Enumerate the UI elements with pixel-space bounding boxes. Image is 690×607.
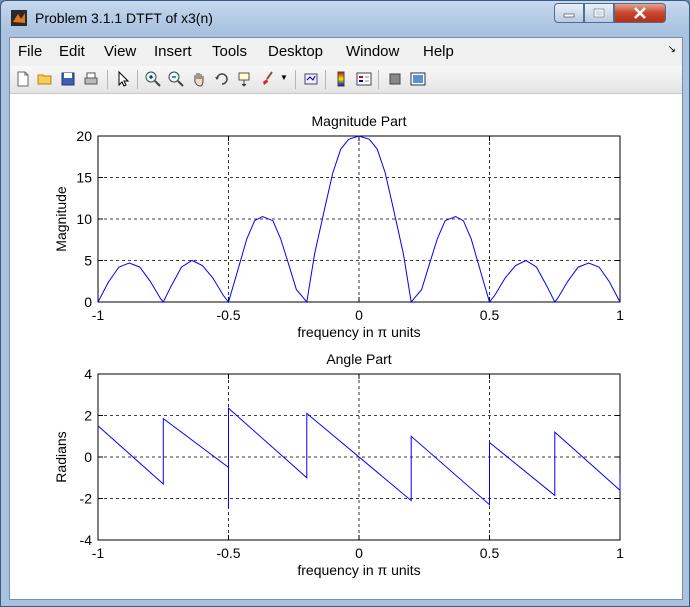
y-axis-label: Radians [53, 431, 69, 482]
title-bar[interactable]: Problem 3.1.1 DTFT of x3(n) [1, 1, 689, 35]
x-tick-label: -0.5 [216, 307, 240, 323]
open-folder-icon[interactable] [36, 70, 54, 88]
brush-dropdown-arrow-icon[interactable]: ▼ [280, 73, 288, 82]
axes-title: Magnitude Part [312, 113, 407, 129]
y-tick-label: 20 [76, 128, 92, 144]
show-plot-tools-icon[interactable] [409, 70, 427, 88]
x-tick-label: 0.5 [480, 307, 500, 323]
figure-window: Problem 3.1.1 DTFT of x3(n) File Edit Vi… [0, 0, 690, 607]
toolbar-separator [107, 70, 108, 89]
figure-toolbar: ▼ [10, 66, 682, 94]
y-tick-label: 0 [84, 449, 92, 465]
y-tick-label: 2 [84, 408, 92, 424]
new-file-icon[interactable] [14, 70, 32, 88]
axes-2: -1 -0.5 0 0.5 1 -4 -2 0 2 4 Angle Part frequency in… [53, 351, 624, 578]
menu-view[interactable]: View [104, 43, 136, 60]
legend-icon[interactable] [355, 70, 373, 88]
x-tick-label: -1 [92, 545, 105, 561]
axes-1: -1 -0.5 0 0.5 105101520Magnitude Partfrequen… [53, 113, 624, 340]
hide-plot-tools-icon[interactable] [386, 70, 404, 88]
toolbar-separator [325, 70, 326, 89]
y-tick-label: -4 [80, 532, 93, 548]
x-axis-label: frequency in π units [297, 562, 420, 578]
x-axis-label: frequency in π units [297, 324, 420, 340]
colorbar-icon[interactable] [332, 70, 350, 88]
zoom-in-icon[interactable] [144, 70, 162, 88]
x-tick-label: 0 [355, 545, 363, 561]
x-tick-label: 0.5 [480, 545, 500, 561]
window-title: Problem 3.1.1 DTFT of x3(n) [35, 10, 213, 26]
menu-tools[interactable]: Tools [212, 43, 247, 60]
minimize-icon [563, 13, 575, 18]
pan-icon[interactable] [190, 70, 208, 88]
menu-edit[interactable]: Edit [59, 43, 85, 60]
data-cursor-icon[interactable] [236, 70, 254, 88]
y-tick-label: 5 [84, 253, 92, 269]
y-tick-label: 10 [76, 211, 92, 227]
save-icon[interactable] [59, 70, 77, 88]
toolbar-separator [295, 70, 296, 89]
maximize-icon [593, 8, 605, 18]
toolbar-separator [378, 70, 379, 89]
maximize-button[interactable] [584, 3, 614, 23]
figure-canvas: -1 -0.5 0 0.5 1 0 5 10 15 20 Magnitude Part frequen… [10, 94, 682, 599]
brush-icon[interactable] [259, 70, 277, 88]
print-icon[interactable] [82, 70, 100, 88]
zoom-out-icon[interactable] [167, 70, 185, 88]
link-plot-icon[interactable] [302, 70, 320, 88]
axes-title: Angle Part [326, 351, 391, 367]
menu-help[interactable]: Help [423, 43, 454, 60]
plot-svg: -1 -0.5 0 0.5 105101520Magnitude Partfrequen… [53, 113, 624, 578]
y-tick-label: 15 [76, 170, 92, 186]
toolbar-separator [137, 70, 138, 89]
menubar-dock-icon[interactable]: ↘ [668, 44, 676, 55]
pointer-icon[interactable] [114, 70, 132, 88]
minimize-button[interactable] [554, 3, 584, 23]
menu-insert[interactable]: Insert [154, 43, 192, 60]
menu-bar: File Edit View Insert Tools Desktop Wind… [10, 38, 682, 66]
y-tick-label: -2 [80, 491, 93, 507]
menu-file[interactable]: File [18, 43, 42, 60]
x-tick-label: 1 [616, 307, 624, 323]
rotate-3d-icon[interactable] [213, 70, 231, 88]
y-tick-label: 0 [84, 294, 92, 310]
menu-window[interactable]: Window [346, 43, 399, 60]
y-tick-label: 4 [84, 366, 92, 382]
x-tick-label: -0.5 [216, 545, 240, 561]
close-icon [634, 7, 646, 19]
x-tick-label: 0 [355, 307, 363, 323]
x-tick-label: -1 [92, 307, 105, 323]
x-tick-label: 1 [616, 545, 624, 561]
y-axis-label: Magnitude [53, 186, 69, 252]
figure-client: File Edit View Insert Tools Desktop Wind… [9, 37, 683, 600]
menu-desktop[interactable]: Desktop [268, 43, 323, 60]
close-button[interactable] [614, 3, 666, 23]
matlab-icon [11, 10, 27, 26]
